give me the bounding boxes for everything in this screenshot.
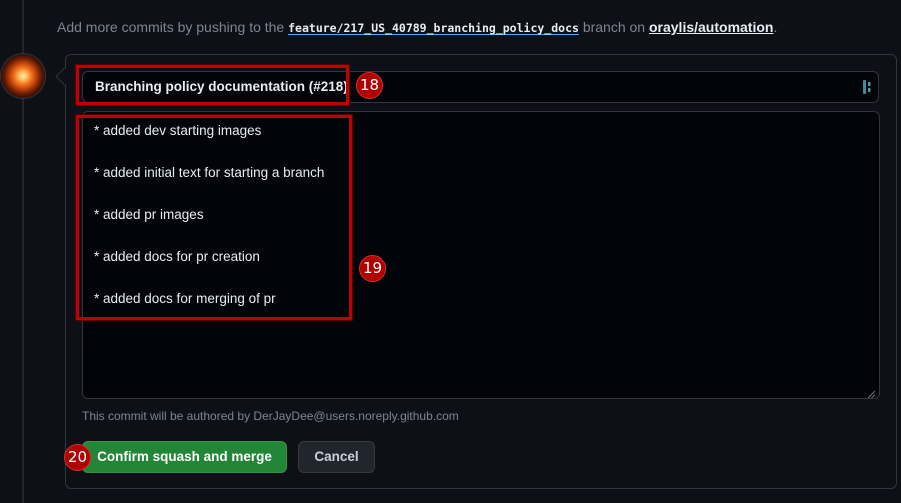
annotation-marker-18: 18 (356, 72, 383, 99)
push-info-middle: branch on (582, 19, 646, 35)
annotation-marker-19: 19 (359, 255, 386, 282)
resize-grip-icon[interactable] (867, 386, 876, 399)
commit-author-note: This commit will be authored by DerJayDe… (82, 409, 459, 423)
push-info-suffix: . (773, 19, 778, 35)
body-highlight-box (76, 115, 352, 320)
merge-commit-panel: Add more commits by pushing to the featu… (0, 0, 901, 503)
branch-name-link[interactable]: feature/217_US_40789_branching_policy_do… (288, 21, 579, 35)
confirm-squash-merge-button[interactable]: Confirm squash and merge (82, 441, 287, 473)
push-info-prefix: Add more commits by pushing to the (57, 19, 285, 35)
password-manager-icon[interactable] (862, 79, 874, 95)
annotation-marker-20: 20 (64, 444, 91, 471)
user-avatar[interactable] (1, 54, 45, 98)
repo-link[interactable]: oraylis/automation (649, 19, 773, 35)
title-highlight-box (76, 65, 349, 105)
push-info-line: Add more commits by pushing to the featu… (57, 19, 777, 35)
cancel-button[interactable]: Cancel (298, 441, 375, 473)
